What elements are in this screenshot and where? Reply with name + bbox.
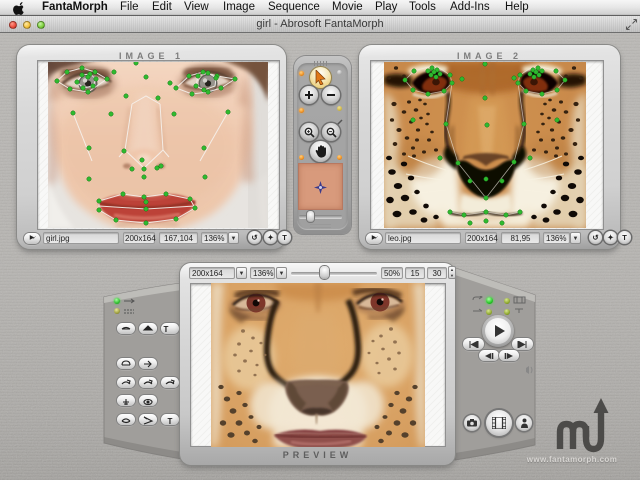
svg-text:T: T [164, 325, 169, 334]
svg-text:T: T [168, 417, 173, 426]
